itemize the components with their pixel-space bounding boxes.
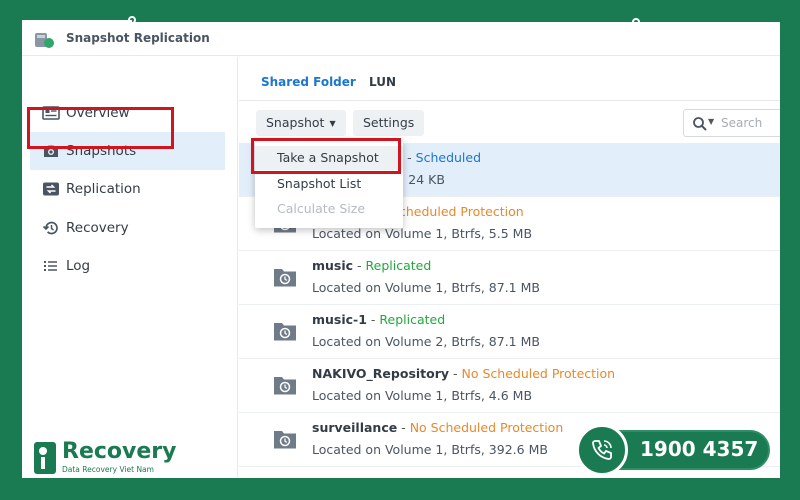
snapshot-menu-label: Snapshot [266, 115, 325, 130]
row-title: NAKIVO_Repository - No Scheduled Protect… [312, 366, 615, 381]
folder-history-icon [274, 377, 296, 395]
folder-name: NAKIVO_Repository [312, 366, 450, 381]
sidebar-item-recovery[interactable]: Recovery [30, 209, 225, 247]
app-window: Snapshot Replication Overview Snapshots [22, 22, 780, 478]
tab-bar: Shared Folder LUN [239, 57, 780, 101]
snapshot-replication-app-icon [35, 33, 54, 48]
status-label: Scheduled [415, 150, 482, 165]
table-row[interactable]: music-1 - Replicated Located on Volume 2… [239, 305, 780, 359]
chevron-down-icon: ▼ [329, 119, 336, 128]
tab-shared-folder[interactable]: Shared Folder [261, 75, 356, 89]
brand-logo: Recovery Data Recovery Viet Nam [22, 437, 192, 478]
tab-lun[interactable]: LUN [369, 75, 396, 89]
separator: - [353, 258, 366, 273]
status-label: Replicated [379, 312, 446, 327]
recovery-logo-icon [34, 442, 56, 474]
folder-info: Located on Volume 1, Btrfs, 4.6 MB [312, 388, 533, 403]
folder-info: Located on Volume 1, Btrfs, 5.5 MB [312, 226, 533, 241]
folder-history-icon [274, 323, 296, 341]
hotline-number: 1900 4357 [640, 437, 759, 461]
phone-circle [576, 424, 628, 476]
app-title: Snapshot Replication [66, 31, 210, 45]
status-label: cheduled Protection [399, 204, 524, 219]
snapshots-highlight-box [27, 107, 174, 149]
row-title: surveillance - No Scheduled Protection [312, 420, 563, 435]
logo-subtitle: Data Recovery Viet Nam [62, 465, 154, 474]
take-snapshot-highlight-box [251, 138, 401, 174]
list-icon [44, 261, 57, 271]
phone-icon [592, 440, 612, 460]
replication-icon [43, 182, 59, 196]
chevron-down-icon[interactable]: ▼ [708, 117, 714, 126]
sidebar-item-replication[interactable]: Replication [30, 170, 225, 208]
settings-button[interactable]: Settings [353, 110, 425, 136]
main-panel: Shared Folder LUN Snapshot ▼ Settings ▼ S… [239, 57, 780, 478]
folder-history-icon [274, 269, 296, 287]
row-title: music - Replicated [312, 258, 431, 273]
folder-info: Located on Volume 1, Btrfs, 392.6 MB [312, 442, 548, 457]
folder-name: surveillance [312, 420, 398, 435]
menu-item-snapshot-list[interactable]: Snapshot List [255, 172, 403, 196]
status-label: No Scheduled Protection [409, 420, 564, 435]
folder-info: Located on Volume 1, Btrfs, 87.1 MB [312, 280, 540, 295]
row-title: music-1 - Replicated [312, 312, 445, 327]
separator: - [449, 366, 462, 381]
sidebar-item-log[interactable]: Log [30, 247, 225, 285]
search-placeholder: Search [721, 116, 763, 130]
snapshot-menu-button[interactable]: Snapshot ▼ [256, 110, 346, 136]
separator: - [366, 312, 380, 327]
folder-name: music [312, 258, 354, 273]
recovery-icon [42, 221, 58, 235]
sidebar-item-label: Replication [66, 181, 141, 197]
sidebar-item-label: Log [66, 258, 91, 274]
folder-name: music-1 [312, 312, 367, 327]
title-bar: Snapshot Replication [22, 22, 780, 56]
folder-info: Located on Volume 2, Btrfs, 87.1 MB [312, 334, 540, 349]
logo-name: Recovery [62, 439, 177, 464]
status-label: Replicated [365, 258, 432, 273]
search-box[interactable]: ▼ Search [683, 109, 780, 137]
table-row[interactable]: NAKIVO_Repository - No Scheduled Protect… [239, 359, 780, 413]
table-row[interactable]: music - Replicated Located on Volume 1, … [239, 251, 780, 305]
separator: - [403, 150, 416, 165]
status-label: No Scheduled Protection [461, 366, 616, 381]
folder-history-icon [274, 431, 296, 449]
separator: - [397, 420, 410, 435]
menu-item-calculate-size: Calculate Size [277, 201, 366, 216]
sidebar-item-label: Recovery [66, 220, 129, 236]
search-icon [693, 117, 707, 131]
